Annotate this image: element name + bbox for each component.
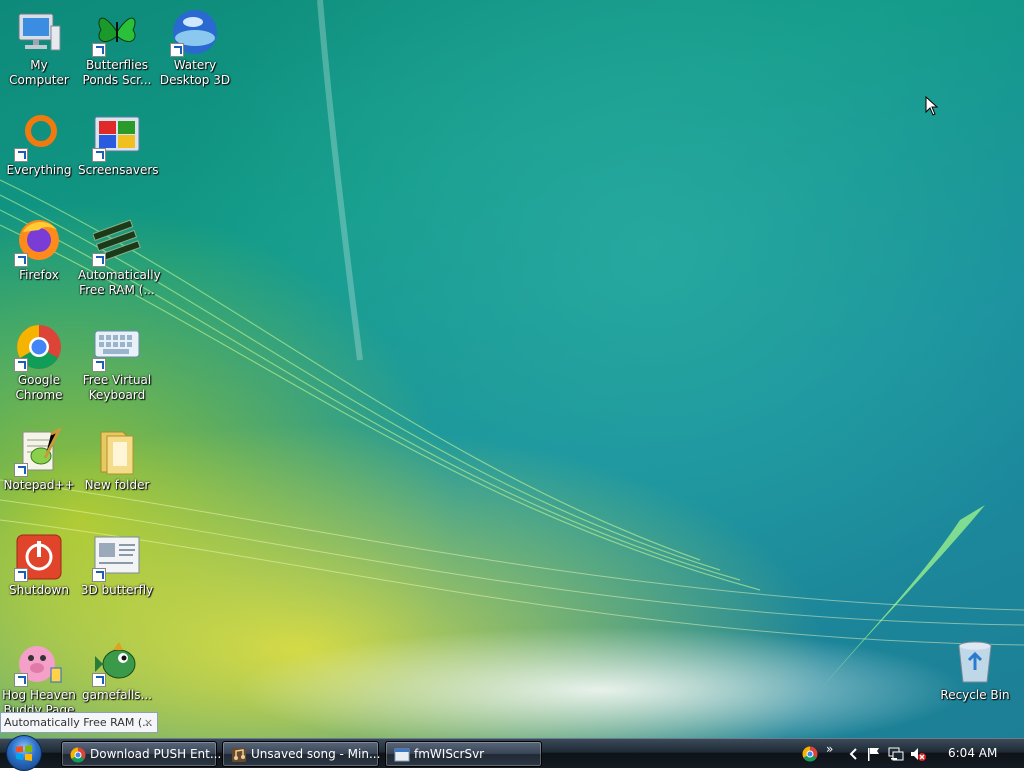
shortcut-arrow-icon [92,358,106,372]
chrome-icon [14,323,63,372]
action-center-flag-icon[interactable] [866,746,882,762]
taskbar: Download PUSH Ent... Unsaved song - Min.… [0,735,1024,771]
shortcut-arrow-icon [92,43,106,57]
shortcut-arrow-icon [14,673,28,687]
desktop-icon-label: Firefox [19,268,59,282]
music-icon [231,747,247,763]
taskbar-item-label: Unsaved song - Min... [251,747,381,761]
tooltip-close-icon[interactable]: × [144,713,153,732]
network-icon[interactable] [888,746,904,762]
desktop-icon-3d-butterfly[interactable]: 3D butterfly [78,533,156,598]
desktop-icon-shutdown[interactable]: Shutdown [0,533,78,598]
desktop-icon-firefox[interactable]: Firefox [0,218,78,283]
desktop-icon-label: My Computer [9,58,69,87]
shortcut-arrow-icon [92,568,106,582]
desktop-icon-label: Screensavers [78,163,159,177]
desktop-icon-google-chrome[interactable]: Google Chrome [0,323,78,403]
desktop-icon-my-computer[interactable]: My Computer [0,8,78,88]
screensaver-icon [92,113,141,162]
shortcut-arrow-icon [14,358,28,372]
notepad-icon [14,426,63,477]
desktop-icon-label: Google Chrome [15,373,63,402]
taskbar-item-song[interactable]: Unsaved song - Min... [222,741,381,767]
mouse-pointer-icon [925,95,939,120]
desktop-icon-watery-desktop-3d[interactable]: Watery Desktop 3D [156,8,234,88]
windows-logo-icon [16,745,32,761]
desktop-icon-new-folder[interactable]: New folder [78,428,156,493]
taskbar-item-fmwiscrsvr[interactable]: fmWIScrSvr [385,741,542,767]
window-icon [394,747,410,763]
pig-icon [14,638,63,687]
volume-muted-icon[interactable] [910,746,926,762]
desktop-icon-label: New folder [84,478,150,492]
recycle-bin-icon [951,638,999,686]
window-icon [92,533,141,582]
tooltip-text: Automatically Free RAM (... [4,716,153,729]
tooltip: Automatically Free RAM (... × [0,712,158,733]
desktop-icon-automatically-free-ram[interactable]: Automatically Free RAM (... [78,218,161,298]
power-icon [14,533,63,582]
ram-icon [92,218,141,267]
desktop-icon-label: Free Virtual Keyboard [82,373,152,402]
desktop-icon-butterflies-ponds[interactable]: Butterflies Ponds Scr... [78,8,156,88]
folder-icon [93,428,141,476]
desktop-icon-label: Recycle Bin [940,688,1010,702]
taskbar-item-label: Download PUSH Ent... [90,747,222,761]
desktop-icon-notepad-plus-plus[interactable]: Notepad++ [0,426,78,493]
desktop[interactable]: My Computer Everything Firefox Google Ch… [0,0,1024,738]
firefox-icon [14,218,63,267]
desktop-icon-recycle-bin[interactable]: Recycle Bin [936,638,1014,703]
desktop-icon-label: 3D butterfly [80,583,154,597]
shortcut-arrow-icon [14,253,28,267]
keyboard-icon [92,323,141,372]
taskbar-item-chrome[interactable]: Download PUSH Ent... [61,741,221,767]
chrome-tray-icon[interactable] [802,746,818,762]
show-hidden-icons-chevron-icon[interactable] [846,746,862,762]
desktop-icon-label: Shutdown [9,583,69,597]
desktop-icon-gamefalls[interactable]: gamefalls... [78,638,156,703]
shortcut-arrow-icon [14,463,28,477]
desktop-icon-label: Notepad++ [3,478,75,492]
shortcut-arrow-icon [92,148,106,162]
desktop-icon-label: Everything [6,163,72,177]
fish-icon [92,638,141,687]
desktop-icon-free-virtual-keyboard[interactable]: Free Virtual Keyboard [78,323,156,403]
desktop-icon-hog-heaven[interactable]: Hog Heaven Buddy Page [0,638,78,718]
desktop-icon-everything[interactable]: Everything [0,113,78,178]
search-ring-icon [14,113,63,162]
shortcut-arrow-icon [14,568,28,582]
desktop-icon-label: Automatically Free RAM (... [78,268,161,297]
shortcut-arrow-icon [92,673,106,687]
globe-icon [170,8,219,57]
shortcut-arrow-icon [170,43,184,57]
butterfly-icon [92,8,141,57]
chrome-icon [70,747,86,763]
computer-icon [15,8,63,56]
clock[interactable]: 6:04 AM [948,746,997,760]
desktop-icon-label: gamefalls... [82,688,152,702]
desktop-icon-screensavers[interactable]: Screensavers [78,113,159,178]
shortcut-arrow-icon [14,148,28,162]
taskbar-item-label: fmWIScrSvr [414,747,485,761]
start-button[interactable] [6,735,42,771]
desktop-icon-label: Butterflies Ponds Scr... [82,58,152,87]
shortcut-arrow-icon [92,253,106,267]
desktop-icon-label: Watery Desktop 3D [159,58,231,87]
tray-overflow-icon[interactable]: » [826,742,842,758]
